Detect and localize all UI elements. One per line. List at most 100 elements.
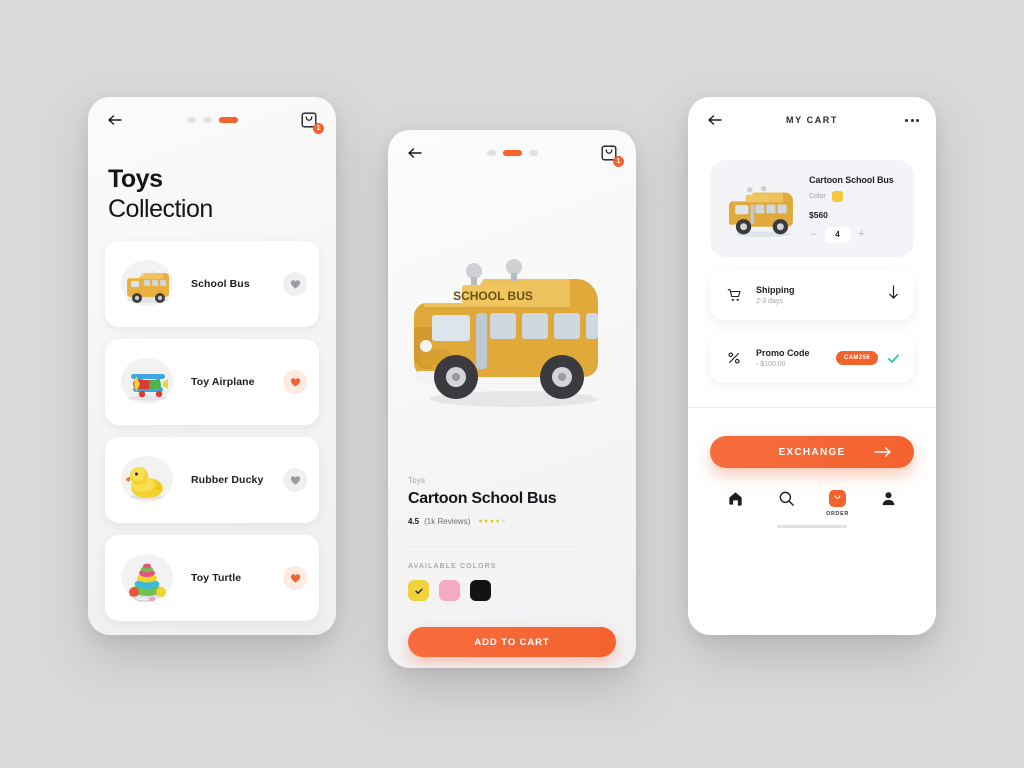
tab-search[interactable] xyxy=(770,490,804,511)
arrow-left-icon[interactable] xyxy=(105,110,125,130)
cart-item-price: $560 xyxy=(809,209,828,220)
add-to-cart-button[interactable]: ADD TO CART xyxy=(408,627,616,657)
star-rating: ● ● ● ● ● xyxy=(478,518,505,525)
stacking-rings-toy-icon xyxy=(117,548,177,608)
phone-screen-product-detail: 1 SCHOOL BUS Toys Cartoon School Bus 4.5… xyxy=(388,130,636,668)
cart-badge: 1 xyxy=(313,123,324,134)
list-item[interactable]: Rubber Ducky xyxy=(105,437,319,523)
detail-header: 1 xyxy=(388,130,636,176)
percent-icon xyxy=(724,351,744,365)
list-header: 1 xyxy=(88,97,336,143)
phone-screen-toys-list: 1 Toys Collection School Bus Toy Airplan… xyxy=(88,97,336,635)
check-icon[interactable] xyxy=(887,352,900,365)
bottom-tab-bar: ORDER xyxy=(688,468,936,517)
decrement-button[interactable]: – xyxy=(809,229,818,240)
product-info: Toys Cartoon School Bus 4.5 (1k Reviews)… xyxy=(388,476,636,526)
page-title: MY CART xyxy=(785,115,839,125)
arrow-left-icon[interactable] xyxy=(705,110,725,130)
increment-button[interactable]: + xyxy=(857,229,866,240)
pager-dots[interactable] xyxy=(425,150,599,156)
rubber-duck-toy-icon xyxy=(117,450,177,510)
rating-value: 4.5 xyxy=(408,517,420,526)
color-chip-yellow xyxy=(831,190,843,202)
airplane-toy-icon xyxy=(117,352,177,412)
person-icon xyxy=(882,492,895,506)
exchange-label: EXCHANGE xyxy=(778,446,846,458)
promo-title: Promo Code xyxy=(756,348,810,358)
shopping-cart-icon xyxy=(724,288,744,303)
heart-icon xyxy=(290,377,300,387)
favorite-button[interactable] xyxy=(283,566,307,590)
favorite-button[interactable] xyxy=(283,370,307,394)
list-item[interactable]: School Bus xyxy=(105,241,319,327)
arrow-down-icon[interactable] xyxy=(887,284,900,306)
promo-code-badge[interactable]: CAM256 xyxy=(835,351,878,365)
color-swatch-pink[interactable] xyxy=(439,580,460,601)
cart-item[interactable]: Cartoon School Bus Color $560 – 4 + xyxy=(710,160,914,257)
arrow-right-icon xyxy=(874,446,892,458)
list-item[interactable]: Toy Airplane xyxy=(105,339,319,425)
tab-home[interactable] xyxy=(719,490,753,511)
arrow-left-icon[interactable] xyxy=(405,143,425,163)
home-icon xyxy=(729,492,742,506)
title-line-1: Toys xyxy=(108,165,163,193)
canvas: 1 Toys Collection School Bus Toy Airplan… xyxy=(0,0,1024,768)
tab-profile[interactable] xyxy=(872,490,906,511)
color-swatch-yellow-selected[interactable] xyxy=(408,580,429,601)
cart-item-name: Cartoon School Bus xyxy=(809,174,894,185)
home-indicator xyxy=(777,525,847,528)
pager-dots[interactable] xyxy=(125,117,299,123)
check-icon xyxy=(414,588,423,594)
quantity-value[interactable]: 4 xyxy=(825,226,850,243)
bag-icon xyxy=(829,490,846,507)
favorite-button[interactable] xyxy=(283,468,307,492)
list-item[interactable]: Toy Turtle xyxy=(105,535,319,621)
color-swatches xyxy=(388,570,636,601)
cart-button[interactable]: 1 xyxy=(599,143,624,167)
shipping-text: Shipping 2-3 days xyxy=(744,285,887,305)
cart-badge: 1 xyxy=(613,156,624,167)
star-icon: ● xyxy=(484,518,489,525)
svg-text:SCHOOL BUS: SCHOOL BUS xyxy=(453,289,533,303)
pager-dot-3-active[interactable] xyxy=(218,117,238,123)
page-title: Toys Collection xyxy=(88,143,336,231)
list-item-label: School Bus xyxy=(191,278,250,290)
cart-item-meta: Cartoon School Bus Color $560 – 4 + xyxy=(805,175,904,243)
heart-icon xyxy=(290,279,300,289)
list-item-label: Rubber Ducky xyxy=(191,474,264,486)
shipping-title: Shipping xyxy=(756,285,795,295)
search-icon xyxy=(779,491,794,506)
cart-button[interactable]: 1 xyxy=(299,110,324,134)
color-swatch-black[interactable] xyxy=(470,580,491,601)
promo-text: Promo Code - $100.00 xyxy=(744,348,836,368)
pager-dot-3[interactable] xyxy=(528,150,538,156)
divider xyxy=(688,407,936,408)
pager-dot-1[interactable] xyxy=(486,150,496,156)
tab-order-active[interactable]: ORDER xyxy=(821,490,855,517)
cart-item-color: Color xyxy=(809,190,904,202)
color-label: Color xyxy=(809,192,826,200)
star-icon: ● xyxy=(495,518,500,525)
quantity-stepper[interactable]: – 4 + xyxy=(809,226,904,243)
favorite-button[interactable] xyxy=(283,272,307,296)
heart-icon xyxy=(290,475,300,485)
product-category: Toys xyxy=(408,476,426,485)
star-icon: ● xyxy=(478,518,483,525)
product-hero-image: SCHOOL BUS xyxy=(388,176,636,476)
pager-dot-2-active[interactable] xyxy=(502,150,522,156)
pager-dot-1[interactable] xyxy=(186,117,196,123)
school-bus-3d-icon xyxy=(720,174,805,244)
product-title: Cartoon School Bus xyxy=(408,490,557,507)
toy-list: School Bus Toy Airplane Rubber Ducky Toy… xyxy=(88,231,336,621)
review-count: (1k Reviews) xyxy=(424,517,471,526)
more-horizontal-icon[interactable] xyxy=(899,118,919,122)
pager-dot-2[interactable] xyxy=(202,117,212,123)
exchange-button[interactable]: EXCHANGE xyxy=(710,436,914,468)
shipping-subtitle: 2-3 days xyxy=(756,298,783,305)
promo-code-row[interactable]: Promo Code - $100.00 CAM256 xyxy=(710,333,914,383)
shipping-row[interactable]: Shipping 2-3 days xyxy=(710,270,914,320)
list-item-label: Toy Turtle xyxy=(191,572,242,584)
phone-screen-my-cart: MY CART Cartoon School Bus Color $560 – … xyxy=(688,97,936,635)
star-icon-empty: ● xyxy=(501,518,506,525)
star-icon: ● xyxy=(489,518,495,525)
